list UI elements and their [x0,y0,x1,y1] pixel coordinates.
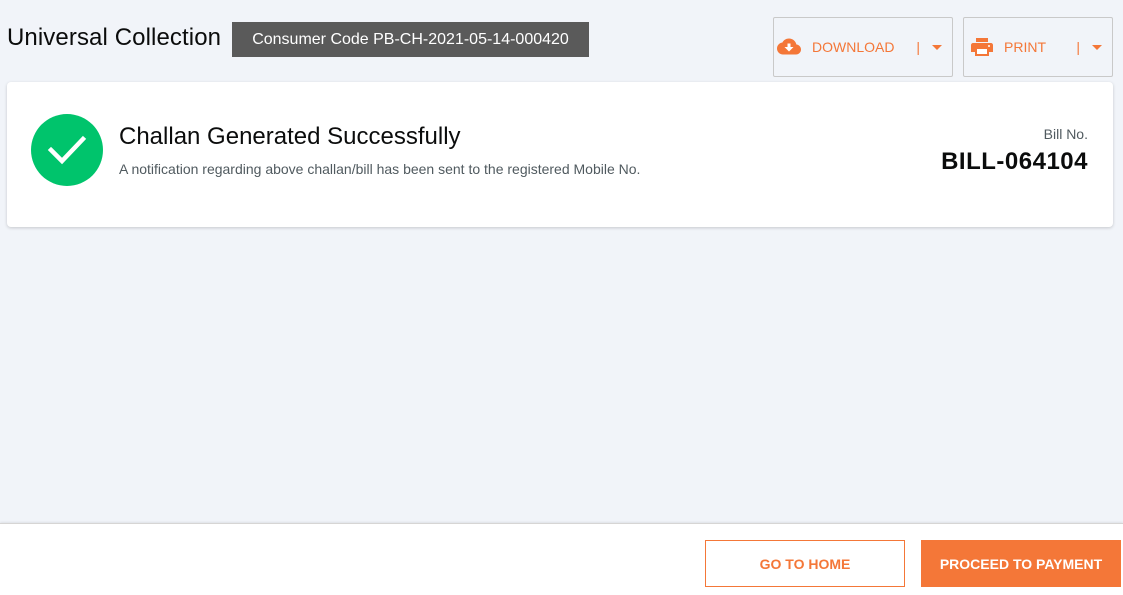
consumer-code-badge: Consumer Code PB-CH-2021-05-14-000420 [232,22,589,57]
bill-number-label: Bill No. [1043,126,1088,142]
proceed-to-payment-button[interactable]: PROCEED TO PAYMENT [921,540,1121,587]
printer-icon [970,35,994,59]
notification-message: A notification regarding above challan/b… [119,161,641,177]
download-separator: | [916,39,920,55]
success-card: Challan Generated Successfully A notific… [7,82,1113,227]
page-header: Universal Collection Consumer Code PB-CH… [0,0,1123,80]
go-to-home-button[interactable]: GO TO HOME [705,540,905,587]
bill-number-value: BILL-064104 [941,148,1088,175]
print-separator: | [1076,39,1080,55]
chevron-down-icon[interactable] [932,44,942,50]
print-button[interactable]: PRINT | [963,17,1113,77]
action-footer: GO TO HOME PROCEED TO PAYMENT [0,523,1123,595]
success-title: Challan Generated Successfully [119,123,461,150]
print-label: PRINT [1004,39,1046,55]
page-title: Universal Collection [7,24,222,51]
check-icon [31,114,103,186]
download-button[interactable]: DOWNLOAD | [773,17,953,77]
cloud-download-icon [777,35,801,59]
download-label: DOWNLOAD [812,39,895,55]
chevron-down-icon[interactable] [1092,44,1102,50]
